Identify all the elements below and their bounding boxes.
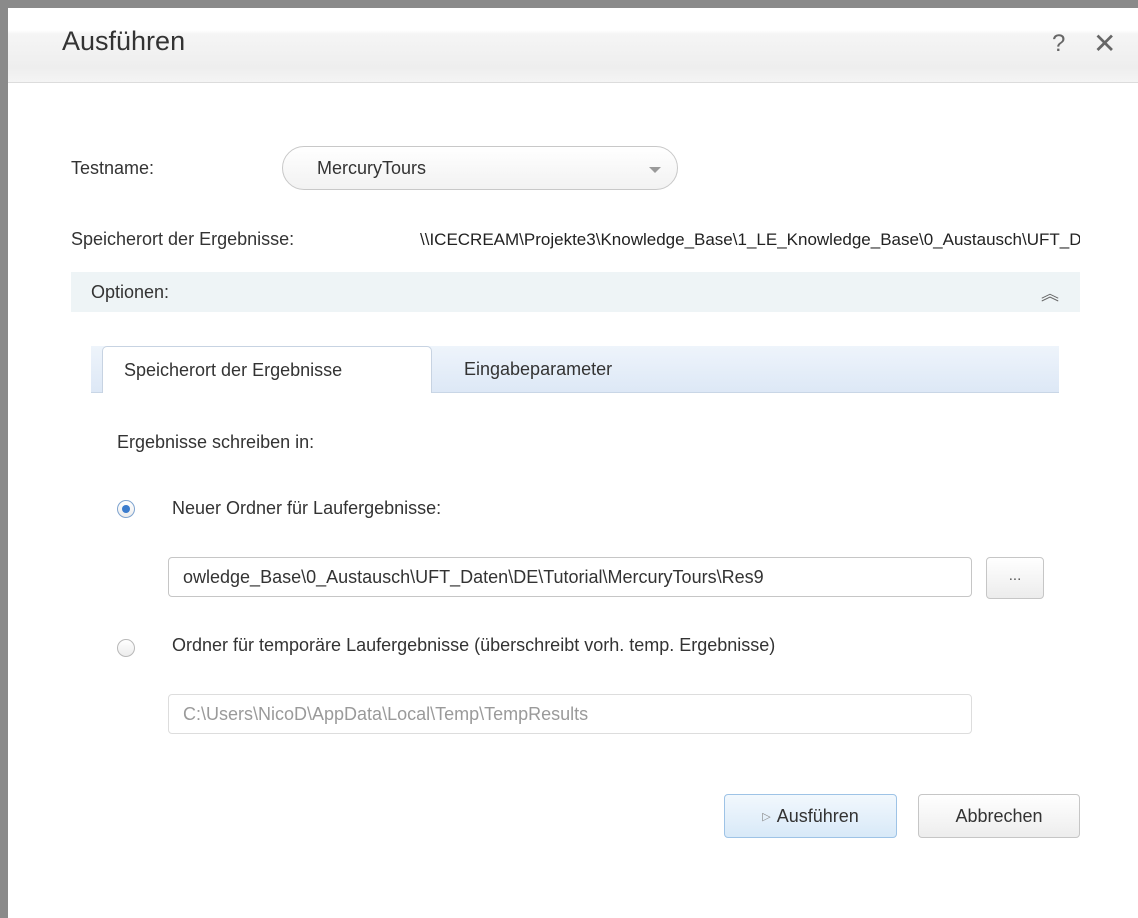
chevron-down-icon <box>649 167 661 173</box>
window-border-top <box>0 0 1138 8</box>
play-icon: ▷ <box>762 811 771 823</box>
run-button-label: Ausführen <box>776 806 859 826</box>
dialog-titlebar[interactable]: Ausführen ? ✕ <box>8 8 1138 83</box>
temp-folder-radio[interactable] <box>117 639 135 657</box>
help-icon[interactable]: ? <box>1052 30 1065 58</box>
close-icon[interactable]: ✕ <box>1093 27 1116 60</box>
results-location-path: \\ICECREAM\Projekte3\Knowledge_Base\1_LE… <box>420 230 1080 249</box>
tab-input-parameters[interactable]: Eingabeparameter <box>464 359 612 380</box>
new-folder-label[interactable]: Neuer Ordner für Laufergebnisse: <box>172 498 441 519</box>
window-border-left <box>0 0 8 918</box>
tab-results-location[interactable]: Speicherort der Ergebnisse <box>102 346 432 393</box>
dialog-title: Ausführen <box>62 26 186 56</box>
run-button[interactable]: ▷ Ausführen <box>724 794 897 838</box>
testname-label: Testname: <box>71 158 155 178</box>
results-location-label: Speicherort der Ergebnisse: <box>71 229 295 249</box>
temp-folder-label[interactable]: Ordner für temporäre Laufergebnisse (übe… <box>172 635 775 656</box>
double-chevron-up-icon[interactable]: ︽ <box>1041 280 1059 306</box>
new-folder-path-value: owledge_Base\0_Austausch\UFT_Daten\DE\Tu… <box>183 567 764 587</box>
tab-strip: Speicherort der Ergebnisse Eingabeparame… <box>91 346 1059 393</box>
new-folder-path-field[interactable]: owledge_Base\0_Austausch\UFT_Daten\DE\Tu… <box>168 557 972 597</box>
write-results-label: Ergebnisse schreiben in: <box>117 432 315 452</box>
tab-results-location-label: Speicherort der Ergebnisse <box>124 360 343 380</box>
cancel-button[interactable]: Abbrechen <box>918 794 1080 838</box>
browse-button[interactable]: ... <box>986 557 1044 599</box>
temp-folder-path-value: C:\Users\NicoD\AppData\Local\Temp\TempRe… <box>183 704 589 724</box>
new-folder-radio[interactable] <box>117 500 135 518</box>
options-section-header[interactable]: Optionen: ︽ <box>71 272 1080 312</box>
testname-dropdown[interactable]: MercuryTours <box>282 146 678 190</box>
radio-selected-dot <box>122 505 130 513</box>
testname-value: MercuryTours <box>317 158 427 178</box>
temp-folder-path-field: C:\Users\NicoD\AppData\Local\Temp\TempRe… <box>168 694 972 734</box>
options-label: Optionen: <box>91 282 170 302</box>
